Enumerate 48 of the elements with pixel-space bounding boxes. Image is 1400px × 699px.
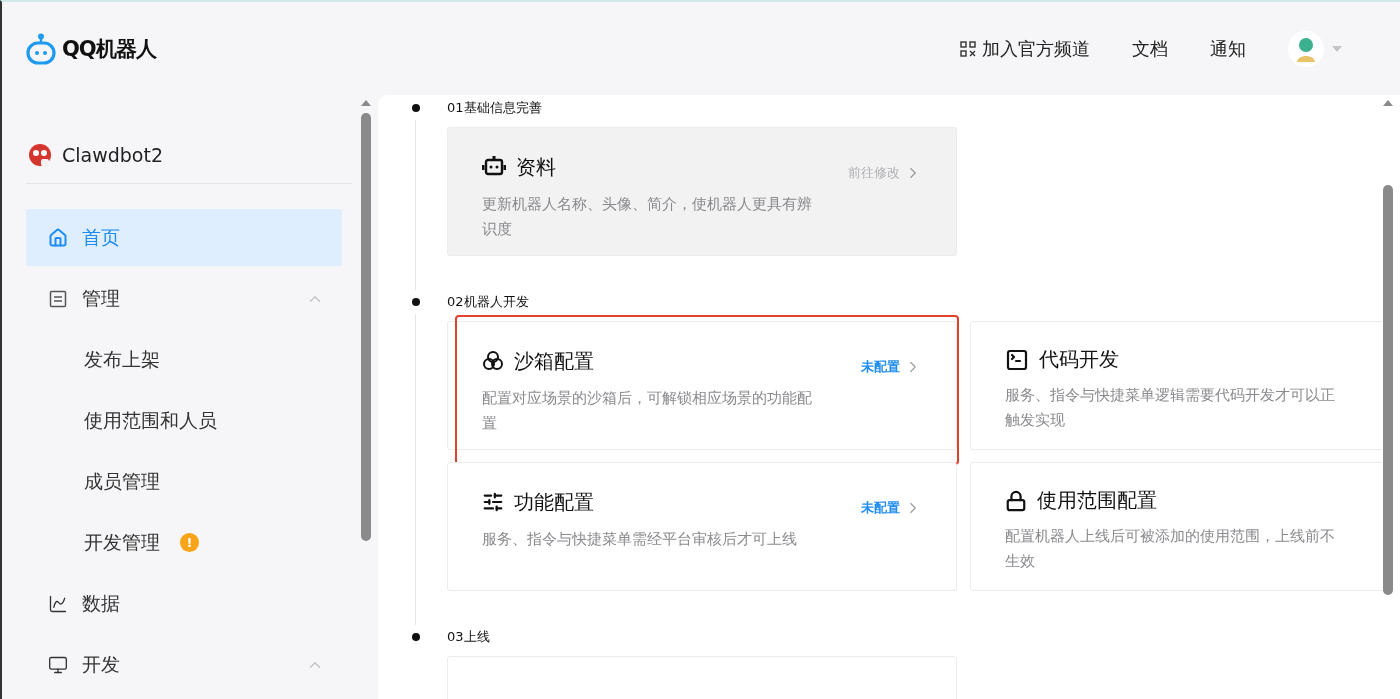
sidebar-item[interactable]: 成员管理 [26,453,342,510]
card-description: 配置对应场景的沙箱后，可解锁相应场景的功能配 置 [482,388,813,434]
timeline-dot [412,633,420,641]
terminal-icon [1005,347,1029,372]
monitor-icon [48,654,68,675]
three-circles-icon [482,350,504,372]
bot-avatar [26,141,54,169]
step-label: 03上线 [447,628,491,646]
step-card[interactable]: 沙箱配置 未配置 配置对应场景的沙箱后，可解锁相应场景的功能配 置 [447,321,957,450]
step-label: 02机器人开发 [447,293,530,311]
sidebar-item[interactable]: 开发管理 ! [26,514,342,571]
sidebar-item[interactable]: 开发 [26,636,342,693]
home-icon [48,227,68,248]
card-title: 沙箱配置 [514,347,594,375]
card-description: 服务、指令与快捷菜单需经平台审核后才可上线 [482,529,798,550]
card-title: 使用范围配置 [1037,487,1157,514]
card-title: 资料 [516,153,556,181]
sliders-icon [482,491,504,513]
card-description: 配置机器人上线后可被添加的使用范围，上线前不 生效 [1005,526,1336,572]
dropdown-caret-icon[interactable] [1332,45,1342,52]
card-title: 代码开发 [1039,346,1119,373]
step-card[interactable]: 代码开发 服务、指令与快捷菜单逻辑需要代码开发才可以正 触发实现 [970,321,1382,450]
step-card[interactable]: 使用范围配置 配置机器人上线后可被添加的使用范围，上线前不 生效 [970,462,1382,591]
document-icon [48,288,68,309]
sidebar-item[interactable]: 发布上架 [26,331,342,388]
robot-icon [482,156,506,178]
timeline-dot [412,298,420,306]
bot-name: Clawdbot2 [62,144,163,166]
nav-link[interactable]: 文档 [1132,36,1168,61]
logo-text: QQ机器人 [62,35,156,63]
line-chart-icon [48,593,68,614]
timeline-dot [412,104,420,112]
lock-icon [1005,489,1027,512]
sidebar-item[interactable]: 数据 [26,575,342,632]
sidebar-item[interactable]: 使用范围和人员 [26,392,342,449]
card-title: 功能配置 [514,488,594,516]
card-description: 服务、指令与快捷菜单逻辑需要代码开发才可以正 触发实现 [1005,385,1336,431]
card-description: 更新机器人名称、头像、简介，使机器人更具有辨 识度 [482,194,813,240]
sidebar-item[interactable]: 管理 [26,270,342,327]
step-card[interactable]: 资料 前往修改 更新机器人名称、头像、简介，使机器人更具有辨 识度 [447,127,957,256]
nav-link[interactable]: 通知 [1210,36,1246,61]
nav-link[interactable]: 加入官方频道 [960,36,1090,61]
warning-badge: ! [180,533,199,552]
step-card[interactable]: 功能配置 未配置 服务、指令与快捷菜单需经平台审核后才可上线 [447,462,957,591]
qr-grid-icon [960,40,976,57]
step-label: 01基础信息完善 [447,99,543,117]
user-avatar[interactable] [1288,30,1324,67]
robot-logo-icon [26,32,56,65]
